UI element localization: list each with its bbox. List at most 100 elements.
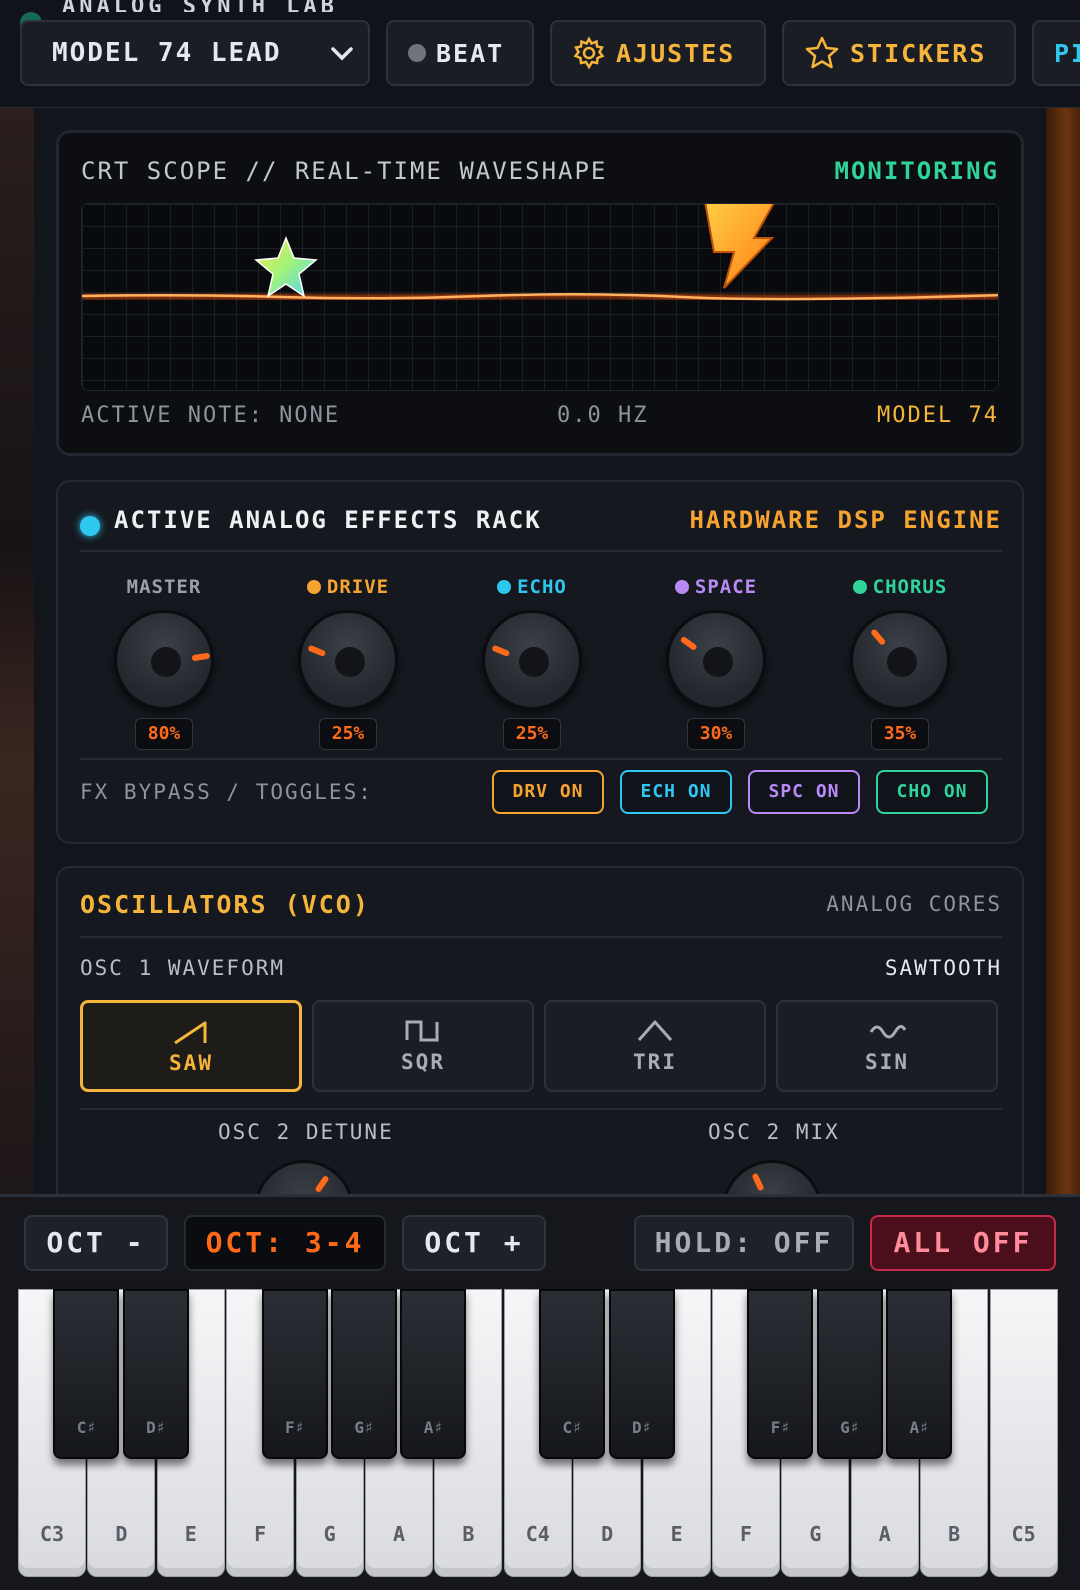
knob-value: 35%: [871, 718, 929, 750]
toggle-ech[interactable]: ECH ON: [620, 770, 732, 814]
key-label: F♯: [770, 1418, 791, 1437]
key-label: B: [948, 1522, 961, 1546]
black-key[interactable]: C♯: [53, 1289, 120, 1459]
knob-drive: DRIVE 25%: [278, 574, 418, 750]
knob-led-icon: [306, 580, 321, 594]
waveform-square-label: SQR: [401, 1050, 445, 1074]
settings-button[interactable]: AJUSTES: [550, 20, 766, 86]
active-note-readout: ACTIVE NOTE: NONE: [81, 403, 341, 428]
waveform-triangle-label: TRI: [633, 1050, 677, 1074]
key-label: C5: [1011, 1522, 1036, 1546]
waveform-sine-label: SIN: [865, 1050, 909, 1074]
keyboard-area: OCT - OCT: 3-4 OCT + HOLD: OFF ALL OFF C…: [0, 1194, 1080, 1590]
black-key[interactable]: G♯: [331, 1289, 397, 1459]
octave-display: OCT: 3-4: [184, 1215, 386, 1271]
analog-cores-label: ANALOG CORES: [826, 892, 1002, 916]
toggle-spc[interactable]: SPC ON: [748, 770, 860, 814]
frequency-readout: 0.0 HZ: [557, 403, 649, 428]
key-label: A♯: [909, 1418, 929, 1437]
key-label: D: [601, 1522, 614, 1546]
osc2-mix-label: OSC 2 MIX: [708, 1120, 840, 1144]
black-key[interactable]: F♯: [261, 1289, 328, 1459]
knob-label: SPACE: [694, 576, 758, 598]
knob-label: MASTER: [126, 576, 202, 598]
black-key[interactable]: D♯: [122, 1289, 189, 1459]
key-label: E: [184, 1522, 197, 1546]
key-label: E: [670, 1522, 683, 1546]
black-key[interactable]: G♯: [816, 1289, 883, 1459]
scope-screen: [81, 203, 999, 391]
waveform-square-button[interactable]: SQR: [312, 1000, 534, 1092]
black-key[interactable]: A♯: [886, 1289, 953, 1459]
knob-value: 80%: [135, 718, 193, 750]
fx-toggles-label: FX BYPASS / TOGGLES:: [80, 780, 373, 804]
hold-toggle-button[interactable]: HOLD: OFF: [634, 1215, 854, 1271]
model-tag: MODEL 74: [877, 403, 999, 428]
gear-icon: [573, 36, 605, 70]
waveform-trace: [82, 204, 998, 303]
white-key[interactable]: C5: [989, 1289, 1058, 1577]
black-key[interactable]: C♯: [539, 1289, 606, 1459]
divider: [80, 936, 1002, 938]
scope-title: CRT SCOPE // REAL-TIME WAVESHAPE: [81, 157, 608, 185]
settings-label: AJUSTES: [616, 38, 736, 68]
key-label: A: [878, 1522, 891, 1546]
waveform-saw-label: SAW: [169, 1051, 213, 1075]
waveform-triangle-button[interactable]: TRI: [544, 1000, 766, 1092]
echo-knob-dial[interactable]: [482, 610, 582, 710]
waveform-sine-button[interactable]: SIN: [776, 1000, 998, 1092]
black-key[interactable]: F♯: [747, 1289, 814, 1459]
beat-button[interactable]: BEAT: [386, 20, 534, 86]
knob-echo: ECHO 25%: [462, 574, 602, 750]
key-label: G♯: [354, 1418, 374, 1437]
key-label: G: [809, 1522, 822, 1546]
space-knob-dial[interactable]: [666, 610, 766, 710]
knob-label-row: MASTER: [94, 574, 234, 600]
oscillators-panel: OSCILLATORS (VCO) ANALOG CORES OSC 1 WAV…: [56, 866, 1024, 1260]
right-wood-panel: [1046, 108, 1080, 1194]
drive-knob-dial[interactable]: [298, 610, 398, 710]
black-key[interactable]: A♯: [400, 1289, 467, 1459]
master-knob-dial[interactable]: [114, 610, 214, 710]
crt-scope-panel: CRT SCOPE // REAL-TIME WAVESHAPE MONITOR…: [56, 130, 1024, 456]
key-label: C4: [525, 1522, 550, 1546]
octave-up-button[interactable]: OCT +: [402, 1215, 546, 1271]
knob-label: CHORUS: [872, 576, 948, 598]
stickers-button[interactable]: STICKERS: [782, 20, 1016, 86]
star-sticker-icon[interactable]: [254, 235, 318, 298]
key-label: G: [323, 1522, 336, 1546]
key-label: C♯: [76, 1418, 97, 1437]
octave-down-button[interactable]: OCT -: [24, 1215, 168, 1271]
effects-rack-panel: ACTIVE ANALOG EFFECTS RACK HARDWARE DSP …: [56, 480, 1024, 844]
knob-value: 25%: [503, 718, 561, 750]
knob-led-icon: [852, 580, 867, 594]
lightning-sticker-icon[interactable]: [704, 204, 780, 289]
preset-label: MODEL 74 LEAD: [52, 38, 282, 68]
cut-off-toolbar-button[interactable]: PI: [1032, 20, 1080, 86]
dsp-engine-label: HARDWARE DSP ENGINE: [689, 506, 1002, 534]
effects-rack-title: ACTIVE ANALOG EFFECTS RACK: [114, 506, 542, 534]
key-label: D♯: [631, 1418, 652, 1437]
knob-led-icon: [497, 580, 512, 594]
divider: [80, 758, 1002, 760]
waveform-saw-button[interactable]: SAW: [80, 1000, 302, 1092]
key-label: D: [115, 1522, 128, 1546]
key-label: A♯: [423, 1418, 444, 1437]
toggle-drv[interactable]: DRV ON: [492, 770, 604, 814]
black-key[interactable]: D♯: [608, 1289, 675, 1459]
osc1-waveform-value: SAWTOOTH: [884, 956, 1002, 980]
key-label: G♯: [840, 1418, 860, 1437]
key-label: C3: [39, 1522, 65, 1546]
knob-value: 25%: [319, 718, 377, 750]
knob-space: SPACE 30%: [646, 574, 786, 750]
chorus-knob-dial[interactable]: [850, 610, 950, 710]
key-label: F♯: [284, 1418, 305, 1437]
toggle-cho[interactable]: CHO ON: [876, 770, 988, 814]
cut-off-button-label: PI: [1054, 38, 1080, 68]
knob-label-row: CHORUS: [830, 574, 970, 600]
knob-label-row: DRIVE: [278, 574, 418, 600]
preset-dropdown[interactable]: MODEL 74 LEAD: [20, 20, 370, 86]
stickers-label: STICKERS: [850, 38, 987, 68]
key-label: B: [462, 1522, 475, 1546]
all-off-button[interactable]: ALL OFF: [870, 1215, 1056, 1271]
